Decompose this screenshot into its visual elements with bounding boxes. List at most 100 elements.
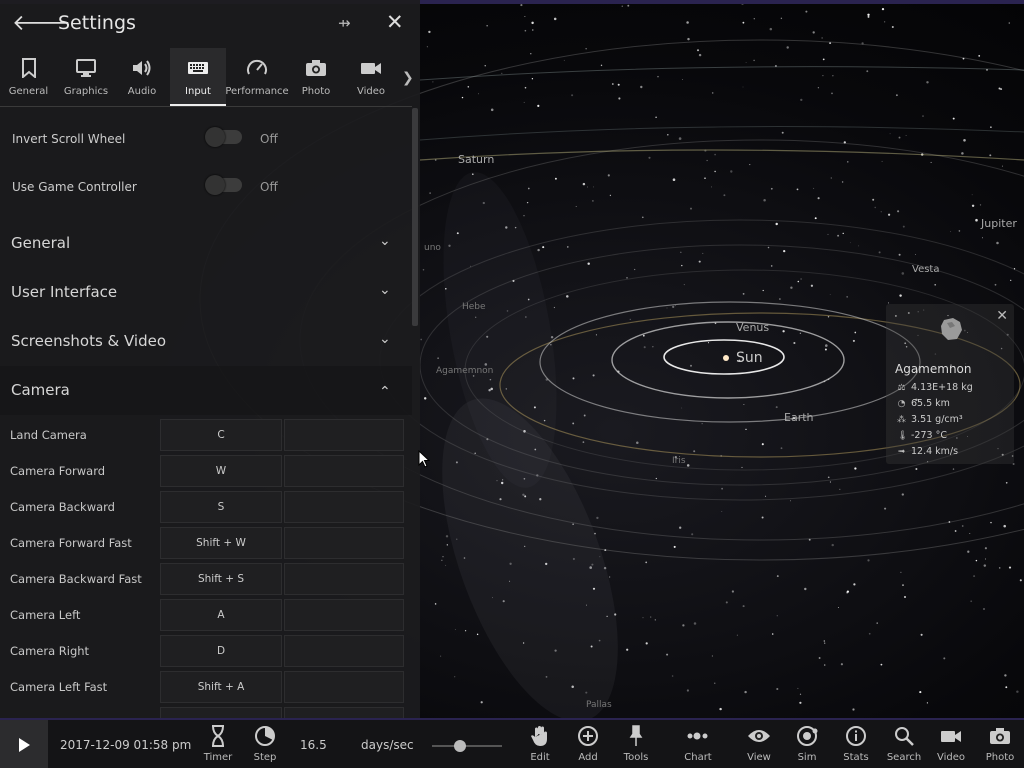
earth-label[interactable]: Earth (784, 411, 814, 424)
hebe-label[interactable]: Hebe (462, 302, 486, 312)
edit-button[interactable]: Edit (518, 724, 562, 763)
game-controller-toggle[interactable] (205, 175, 242, 195)
pallas-label[interactable]: Pallas (586, 700, 612, 710)
settings-tabs: General Graphics Audio Input Performance (0, 48, 420, 106)
star (645, 642, 648, 645)
info-icon (844, 724, 868, 748)
binding-row: Camera Left A (0, 597, 412, 633)
tab-graphics[interactable]: Graphics (58, 48, 114, 106)
view-button[interactable]: View (737, 724, 781, 763)
star (714, 682, 716, 684)
primary-key-button[interactable] (160, 707, 282, 718)
star (842, 232, 844, 235)
star (445, 535, 449, 538)
star (596, 516, 599, 520)
primary-key-button[interactable]: S (160, 491, 282, 523)
close-icon[interactable]: ✕ (996, 308, 1008, 324)
hand-icon (528, 724, 552, 748)
star (428, 30, 431, 34)
video-button[interactable]: Video (929, 724, 973, 763)
agamemnon-map-label[interactable]: Agamemnon (436, 366, 493, 376)
star (853, 583, 856, 586)
stats-button[interactable]: Stats (834, 724, 878, 763)
pin-icon[interactable]: ⇸ (338, 14, 351, 32)
star (982, 237, 984, 239)
star (846, 296, 848, 298)
photo-button[interactable]: Photo (978, 724, 1022, 763)
star (880, 211, 882, 213)
object-info-card[interactable]: ✕ Agamemnon ⚖ 4.13E+18 kg ◔ 65.5 km ⁂ 3.51 … (886, 304, 1014, 464)
sim-button[interactable]: Sim (785, 724, 829, 763)
primary-key-button[interactable]: D (160, 635, 282, 667)
tab-photo[interactable]: Photo (290, 48, 342, 106)
sun-label[interactable]: Sun (736, 350, 763, 366)
star (847, 161, 849, 163)
chart-button[interactable]: Chart (676, 724, 720, 763)
play-button[interactable] (0, 720, 48, 768)
secondary-key-button[interactable] (284, 419, 404, 451)
primary-key-button[interactable]: A (160, 599, 282, 631)
secondary-key-button[interactable] (284, 455, 404, 487)
tab-video[interactable]: Video (344, 48, 398, 106)
sim-date[interactable]: 2017-12-09 01:58 pm (60, 738, 191, 752)
step-button[interactable]: Step (243, 724, 287, 763)
star (422, 268, 425, 271)
button-label: Chart (684, 752, 712, 763)
primary-key-button[interactable]: W (160, 455, 282, 487)
secondary-key-button[interactable] (284, 707, 404, 718)
secondary-key-button[interactable] (284, 635, 404, 667)
timer-button[interactable]: Timer (196, 724, 240, 763)
vesta-label[interactable]: Vesta (912, 264, 939, 275)
primary-key-button[interactable]: Shift + W (160, 527, 282, 559)
tab-performance[interactable]: Performance (225, 48, 289, 106)
star (902, 225, 905, 228)
primary-key-button[interactable]: C (160, 419, 282, 451)
star (979, 204, 982, 206)
star (650, 616, 652, 618)
toggle-knob (205, 127, 225, 147)
star (524, 86, 527, 89)
secondary-key-button[interactable] (284, 671, 404, 703)
star (454, 629, 456, 631)
juno-label[interactable]: uno (424, 243, 441, 253)
star (761, 516, 764, 519)
star (884, 507, 887, 510)
add-button[interactable]: Add (566, 724, 610, 763)
section-general[interactable]: General ⌄ (0, 219, 412, 268)
tab-general[interactable]: General (0, 48, 57, 106)
saturn-orbit-arc (419, 149, 1024, 161)
close-icon[interactable]: ✕ (386, 10, 404, 34)
section-screenshots-video[interactable]: Screenshots & Video ⌄ (0, 317, 412, 366)
binding-action: Camera Backward (10, 500, 115, 514)
venus-label[interactable]: Venus (736, 321, 769, 334)
star (730, 170, 733, 173)
star (678, 137, 682, 140)
slider-thumb[interactable] (454, 740, 466, 752)
speed-unit[interactable]: days/sec (361, 738, 414, 752)
star (593, 186, 595, 188)
speed-value[interactable]: 16.5 (300, 738, 327, 752)
search-button[interactable]: Search (882, 724, 926, 763)
section-camera[interactable]: Camera ⌃ (0, 366, 412, 415)
iris-label[interactable]: Iris (672, 456, 686, 466)
saturn-label[interactable]: Saturn (458, 153, 494, 166)
scrollbar[interactable] (412, 108, 418, 326)
secondary-key-button[interactable] (284, 491, 404, 523)
primary-key-button[interactable]: Shift + A (160, 671, 282, 703)
secondary-key-button[interactable] (284, 563, 404, 595)
tools-button[interactable]: Tools (614, 724, 658, 763)
invert-scroll-toggle[interactable] (205, 127, 242, 147)
secondary-key-button[interactable] (284, 527, 404, 559)
speed-slider[interactable] (432, 740, 502, 752)
secondary-key-button[interactable] (284, 599, 404, 631)
section-user-interface[interactable]: User Interface ⌄ (0, 268, 412, 317)
bookmark-icon (17, 56, 41, 80)
star (627, 4, 630, 7)
tab-input[interactable]: Input (170, 48, 226, 106)
star (767, 246, 770, 249)
chevron-right-icon[interactable]: ❯ (402, 70, 414, 86)
primary-key-button[interactable]: Shift + S (160, 563, 282, 595)
tab-audio[interactable]: Audio (114, 48, 170, 106)
star (874, 206, 876, 209)
jupiter-label[interactable]: Jupiter (981, 217, 1017, 230)
